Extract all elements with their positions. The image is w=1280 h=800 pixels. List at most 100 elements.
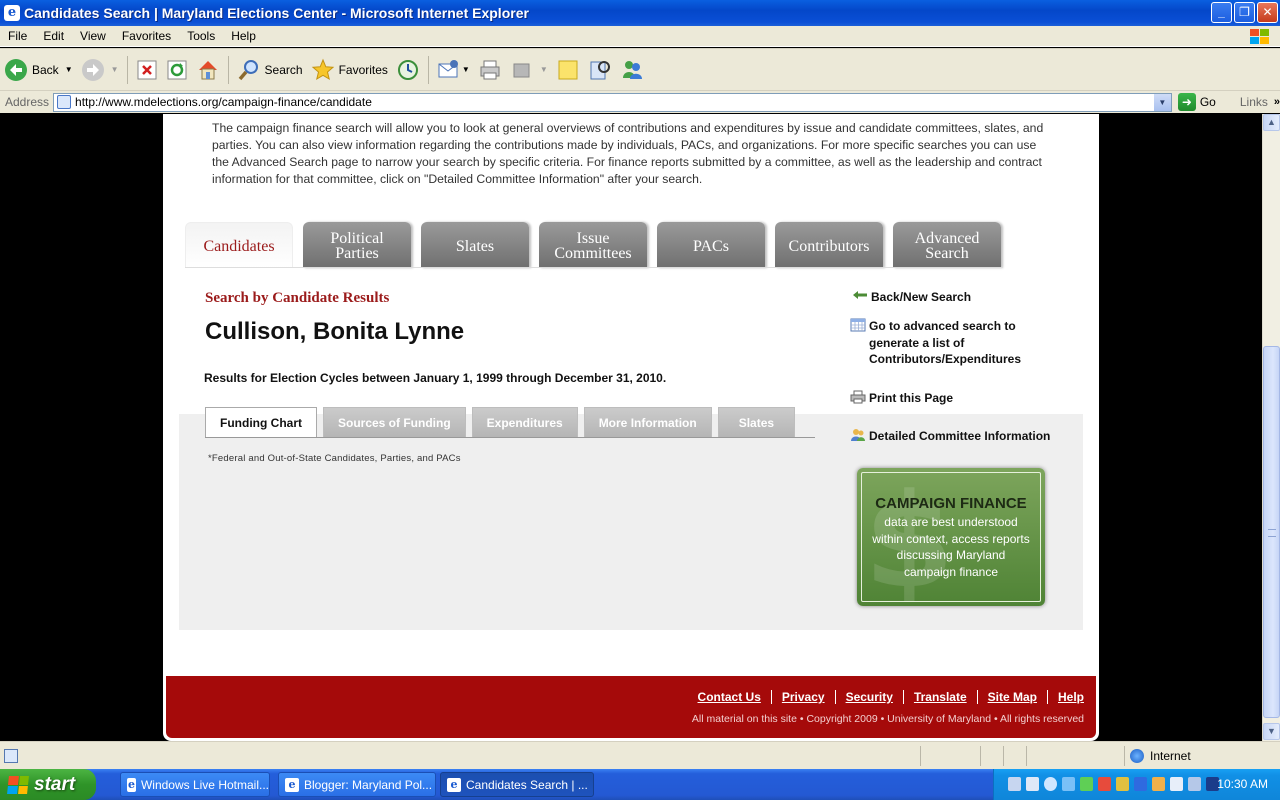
system-clock[interactable]: 10:30 AM [1217,777,1268,791]
print-button[interactable] [474,53,506,87]
footer-translate-link[interactable]: Translate [914,690,967,704]
subtab-more-information[interactable]: More Information [583,407,712,437]
mail-dropdown-icon[interactable]: ▼ [462,65,470,74]
bluetooth-icon[interactable] [1134,777,1147,791]
vertical-scrollbar[interactable]: ▲ ▼ [1262,114,1280,741]
footer-security-link[interactable]: Security [846,690,893,704]
close-button[interactable]: ✕ [1257,2,1278,23]
forward-button[interactable]: ▼ [77,53,123,87]
scrollbar-thumb[interactable] [1263,346,1280,718]
back-dropdown-icon[interactable]: ▼ [65,65,73,74]
tab-slates[interactable]: Slates [421,222,529,268]
taskbar: start e Windows Live Hotmail... e Blogge… [0,769,1280,800]
internet-explorer-icon: e [447,777,461,792]
forward-arrow-icon [81,58,104,81]
footer-divider [976,690,978,704]
calendar-grid-icon [850,318,866,332]
minimize-button[interactable]: _ [1211,2,1232,23]
windows-flag-icon [7,775,29,794]
taskbar-item-hotmail[interactable]: e Windows Live Hotmail... [120,772,270,797]
menu-bar: File Edit View Favorites Tools Help [0,26,1280,47]
subtab-slates[interactable]: Slates [717,407,796,437]
candidate-name: Cullison, Bonita Lynne [205,318,465,345]
browser-viewport: The campaign finance search will allow y… [0,114,1262,741]
results-heading: Search by Candidate Results [205,290,390,306]
edit-dropdown-icon[interactable]: ▼ [540,65,548,74]
signal-icon[interactable] [1080,777,1093,791]
footer-privacy-link[interactable]: Privacy [782,690,825,704]
go-label: Go [1199,95,1216,109]
back-button[interactable]: Back ▼ [0,53,77,87]
monitor-icon[interactable] [1170,777,1183,791]
stop-button[interactable] [132,53,162,87]
subtab-expenditures[interactable]: Expenditures [471,407,578,437]
start-label: start [34,773,76,795]
advanced-search-label: Go to advanced search to generate a list… [869,319,1022,366]
menu-help[interactable]: Help [223,29,264,43]
menu-edit[interactable]: Edit [35,29,72,43]
go-button[interactable]: ➜ Go [1177,93,1216,111]
taskbar-item-label: Blogger: Maryland Pol... [304,777,433,792]
shield-icon[interactable] [1098,777,1111,791]
forward-dropdown-icon[interactable]: ▼ [111,65,119,74]
network-icon[interactable] [1062,777,1075,791]
restore-button[interactable]: ❐ [1234,2,1255,23]
copyright-text: All material on this site • Copyright 20… [691,713,1084,725]
tab-issue-committees[interactable]: Issue Committees [539,222,647,268]
tab-pacs[interactable]: PACs [657,222,765,268]
volume-icon[interactable] [1188,777,1201,791]
research-button[interactable] [584,53,616,87]
search-button[interactable]: Search [233,53,307,87]
footer-site-map-link[interactable]: Site Map [988,690,1037,704]
address-dropdown-icon[interactable]: ▼ [1153,93,1171,111]
edit-button[interactable]: ▼ [506,53,552,87]
footer-help-link[interactable]: Help [1058,690,1084,704]
links-label[interactable]: Links [1240,95,1268,109]
menu-file[interactable]: File [0,29,35,43]
antivirus-icon[interactable] [1116,777,1129,791]
keyboard-icon[interactable] [1026,777,1039,791]
campaign-finance-banner[interactable]: $ CAMPAIGN FINANCE data are best underst… [857,468,1045,606]
tab-advanced-search[interactable]: Advanced Search [893,222,1001,268]
taskbar-item-label: Candidates Search | ... [466,777,588,792]
subtab-funding-chart[interactable]: Funding Chart [205,407,317,438]
subtab-sources-of-funding[interactable]: Sources of Funding [322,407,466,437]
tab-political-parties[interactable]: Political Parties [303,222,411,268]
chevron-left-icon[interactable] [1044,777,1057,791]
detailed-committee-link[interactable]: Detailed Committee Information [850,428,1050,445]
links-chevron-icon[interactable]: » [1274,96,1280,108]
history-button[interactable] [392,53,424,87]
toolbar-separator [126,55,128,84]
address-bar: Address http://www.mdelections.org/campa… [0,90,1280,113]
start-button[interactable]: start [0,769,96,800]
tab-contributors[interactable]: Contributors [775,222,883,268]
messenger-button[interactable] [616,53,648,87]
globe-icon [1130,749,1144,763]
scroll-up-icon[interactable]: ▲ [1263,114,1280,131]
result-sub-tabs: Funding Chart Sources of Funding Expendi… [205,407,796,438]
back-label: Back [32,62,59,77]
advanced-search-link[interactable]: Go to advanced search to generate a list… [850,318,1040,368]
scroll-down-icon[interactable]: ▼ [1263,723,1280,740]
menu-favorites[interactable]: Favorites [114,29,179,43]
home-button[interactable] [192,53,224,87]
page-status-icon [4,749,18,763]
refresh-button[interactable] [162,53,192,87]
print-page-label: Print this Page [869,391,954,405]
printer-icon [850,390,866,404]
footer-contact-us-link[interactable]: Contact Us [698,690,761,704]
menu-view[interactable]: View [72,29,114,43]
mail-button[interactable]: ▼ [433,53,474,87]
favorites-button[interactable]: Favorites [307,53,392,87]
security-zone[interactable]: Internet [1130,749,1191,763]
discuss-button[interactable] [552,53,584,87]
taskbar-item-candidates-search[interactable]: e Candidates Search | ... [440,772,594,797]
taskbar-item-blogger[interactable]: e Blogger: Maryland Pol... [278,772,436,797]
address-input[interactable]: http://www.mdelections.org/campaign-fina… [53,92,1172,112]
menu-tools[interactable]: Tools [179,29,223,43]
users-icon[interactable] [1152,777,1165,791]
pen-icon[interactable] [1008,777,1021,791]
tab-candidates[interactable]: Candidates [185,222,293,268]
back-new-search-link[interactable]: Back/New Search [852,289,971,306]
print-page-link[interactable]: Print this Page [850,390,953,407]
